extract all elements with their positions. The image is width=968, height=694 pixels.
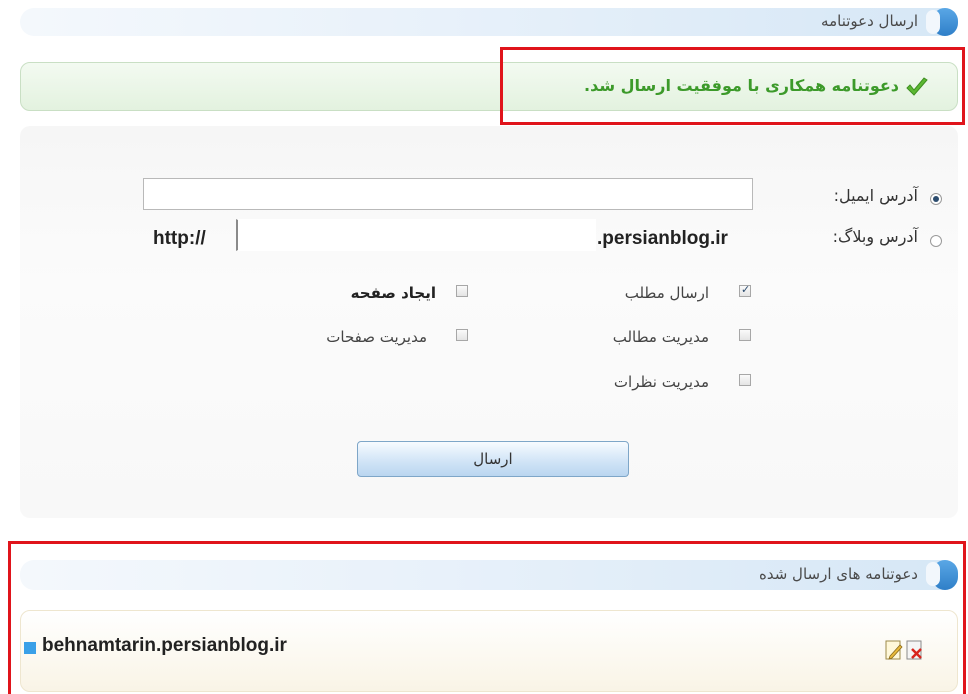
permission-manage-posts-label: مدیریت مطالب <box>612 328 709 346</box>
sent-invitations-title: دعوتنامه های ارسال شده <box>758 565 918 583</box>
permission-manage-comments-label: مدیریت نظرات <box>613 373 709 391</box>
header-accent-icon <box>926 560 958 590</box>
edit-icon[interactable] <box>884 640 904 662</box>
delete-icon[interactable] <box>905 640 925 662</box>
permission-create-page-checkbox[interactable] <box>456 285 468 297</box>
bullet-icon <box>24 642 36 654</box>
blog-prefix: http:// <box>153 228 206 249</box>
blog-option-radio[interactable] <box>930 235 942 247</box>
blog-suffix: .persianblog.ir <box>597 228 728 249</box>
send-button[interactable]: ارسال <box>357 441 629 477</box>
blog-label: آدرس وبلاگ: <box>832 227 918 246</box>
permission-send-post-label: ارسال مطلب <box>624 284 709 302</box>
sent-invitations-header: دعوتنامه های ارسال شده <box>20 560 958 590</box>
sent-invitation-address: behnamtarin.persianblog.ir <box>42 635 287 656</box>
permission-send-post-checkbox[interactable] <box>739 283 751 297</box>
send-invitation-title: ارسال دعوتنامه <box>821 12 918 30</box>
permission-manage-comments-checkbox[interactable] <box>739 374 751 386</box>
email-option-radio[interactable] <box>930 193 942 205</box>
permission-manage-pages-label: مدیریت صفحات <box>326 328 427 346</box>
blog-address-input[interactable] <box>236 219 596 251</box>
email-input[interactable] <box>143 178 753 210</box>
success-highlight-frame <box>500 47 965 125</box>
permission-manage-pages-checkbox[interactable] <box>456 329 468 341</box>
header-accent-icon <box>926 8 958 36</box>
email-label: آدرس ایمیل: <box>833 186 918 205</box>
send-invitation-header: ارسال دعوتنامه <box>20 8 958 36</box>
permission-create-page-label: ایجاد صفحه <box>350 284 436 302</box>
permission-manage-posts-checkbox[interactable] <box>739 329 751 341</box>
